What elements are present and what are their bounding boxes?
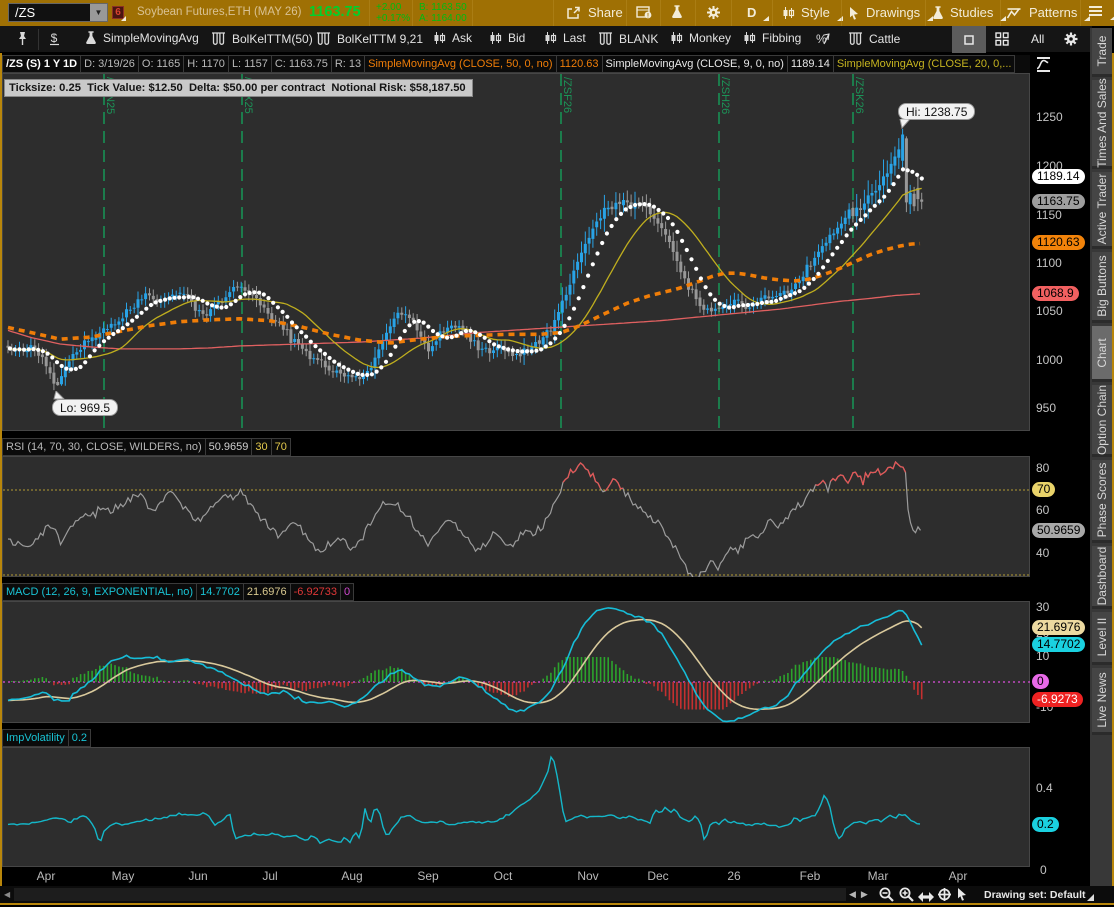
svg-text:/ZSK26: /ZSK26: [853, 77, 865, 114]
svg-text:/ZSF26: /ZSF26: [561, 77, 573, 113]
svg-text:!: !: [647, 14, 649, 19]
svg-text:$: $: [51, 31, 58, 45]
svg-text:/ZSH26: /ZSH26: [719, 77, 731, 114]
svg-text:%: %: [816, 32, 827, 46]
